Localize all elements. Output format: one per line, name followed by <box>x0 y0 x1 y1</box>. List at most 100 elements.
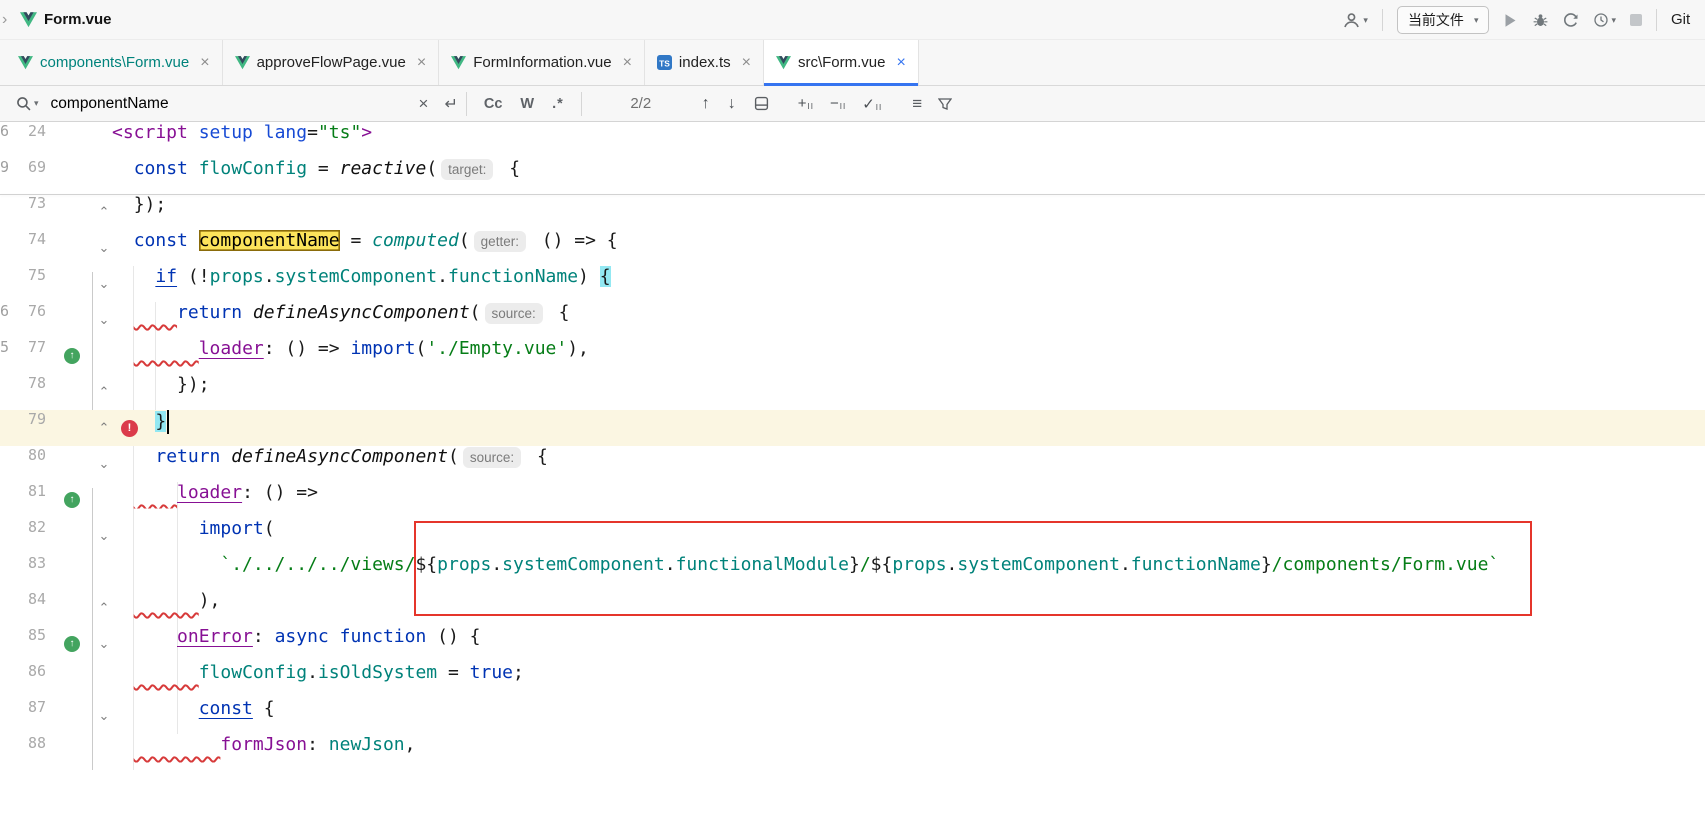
line-number[interactable]: 79 <box>0 410 46 446</box>
line-number[interactable]: 83 <box>0 554 46 590</box>
code-text[interactable]: flowConfig.isOldSystem = true; <box>112 662 524 698</box>
line-number[interactable]: 86 <box>0 662 46 698</box>
fold-down-icon[interactable]: ⌄ <box>96 698 112 734</box>
code-text[interactable]: const flowConfig = reactive(target: { <box>112 158 520 194</box>
line-number[interactable]: 73 <box>0 194 46 230</box>
git-menu[interactable]: Git <box>1671 11 1690 28</box>
filter-icon[interactable] <box>938 97 952 111</box>
code-text[interactable]: return defineAsyncComponent(source: { <box>112 302 569 338</box>
open-results-in-tool-window-icon[interactable] <box>754 96 769 111</box>
insert-newline-icon[interactable]: ↵ <box>444 94 457 114</box>
fold-down-icon[interactable]: ⌄ <box>96 302 112 338</box>
run-button[interactable] <box>1503 13 1518 28</box>
tab-index-ts[interactable]: TSindex.ts× <box>645 40 764 85</box>
run-with-coverage-button[interactable] <box>1563 12 1579 28</box>
close-tab-icon[interactable]: × <box>200 54 209 72</box>
line-number[interactable]: 77 <box>0 338 46 374</box>
code-text[interactable]: `./../../../views/${props.systemComponen… <box>112 554 1499 590</box>
vue-file-icon <box>18 56 33 70</box>
previous-match-icon[interactable]: ↑ <box>702 95 710 113</box>
profiler-button[interactable]: ▾ <box>1593 12 1616 28</box>
tab-components-form-vue[interactable]: components\Form.vue × <box>6 40 223 85</box>
tab-src-form-vue[interactable]: src\Form.vue × <box>764 40 919 85</box>
code-line: 79⌃! } <box>0 410 1705 446</box>
line-number[interactable]: 75 <box>0 266 46 302</box>
close-tab-icon[interactable]: × <box>896 54 905 72</box>
line-number[interactable]: 82 <box>0 518 46 554</box>
run-configuration-label: 当前文件 <box>1408 10 1464 30</box>
fold-down-icon[interactable]: ⌄ <box>96 626 112 662</box>
run-configuration-selector[interactable]: 当前文件 ▾ <box>1397 6 1490 34</box>
add-occurrence-icon[interactable]: +II <box>798 95 814 112</box>
line-number[interactable]: 78 <box>0 374 46 410</box>
fold-up-icon[interactable]: ⌃ <box>96 590 112 626</box>
tab-label: components\Form.vue <box>40 54 189 71</box>
next-match-icon[interactable]: ↓ <box>728 95 736 113</box>
code-text[interactable]: import( <box>112 518 275 554</box>
code-text[interactable]: }); <box>112 374 210 410</box>
close-tab-icon[interactable]: × <box>623 54 632 72</box>
code-text[interactable]: ), <box>112 590 220 626</box>
code-text[interactable]: loader: () => import('./Empty.vue'), <box>112 338 589 374</box>
clear-search-icon[interactable]: × <box>419 94 429 114</box>
fold-down-icon[interactable]: ⌄ <box>96 266 112 302</box>
code-line: 86 flowConfig.isOldSystem = true; <box>0 662 1705 698</box>
line-number[interactable]: 24 <box>0 122 46 158</box>
code-text[interactable]: loader: () => <box>112 482 318 518</box>
fold-down-icon[interactable]: ⌄ <box>96 518 112 554</box>
code-text[interactable]: }); <box>112 194 166 230</box>
code-line: 88 formJson: newJson, <box>0 734 1705 770</box>
code-text[interactable]: if (!props.systemComponent.functionName)… <box>112 266 611 302</box>
stop-button[interactable] <box>1630 14 1642 26</box>
line-number[interactable]: 80 <box>0 446 46 482</box>
fold-up-icon[interactable]: ⌃ <box>96 194 112 230</box>
close-tab-icon[interactable]: × <box>417 54 426 72</box>
whole-words-toggle[interactable]: W <box>520 96 534 112</box>
code-editor[interactable]: 624<script setup lang="ts">969 const flo… <box>0 122 1705 820</box>
code-text[interactable]: formJson: newJson, <box>112 734 415 770</box>
match-case-toggle[interactable]: Cc <box>484 96 503 112</box>
tab-approveflowpage-vue[interactable]: approveFlowPage.vue × <box>223 40 440 85</box>
line-number[interactable]: 85 <box>0 626 46 662</box>
code-text[interactable]: const { <box>112 698 275 734</box>
tab-label: src\Form.vue <box>798 54 886 71</box>
error-icon[interactable]: ! <box>121 420 138 437</box>
remove-occurrence-icon[interactable]: −II <box>830 95 846 112</box>
debug-button[interactable] <box>1532 12 1549 29</box>
fold-up-icon[interactable]: ⌃ <box>96 410 112 446</box>
code-text[interactable]: onError: async function () { <box>112 626 481 662</box>
gutter-green-arrow-icon[interactable]: ↑ <box>64 348 80 364</box>
fold-down-icon[interactable]: ⌄ <box>96 446 112 482</box>
search-history-chevron-icon[interactable]: ▾ <box>34 98 39 109</box>
code-line: 78 ⌃ }); <box>0 374 1705 410</box>
code-text[interactable]: return defineAsyncComponent(source: { <box>112 446 548 482</box>
gutter-green-arrow-icon[interactable]: ↑ <box>64 636 80 652</box>
code-text[interactable]: <script setup lang="ts"> <box>112 122 372 158</box>
line-number[interactable]: 87 <box>0 698 46 734</box>
tab-forminformation-vue[interactable]: FormInformation.vue× <box>439 40 645 85</box>
line-number[interactable]: 81 <box>0 482 46 518</box>
search-icon[interactable] <box>16 96 31 111</box>
line-number[interactable]: 76 <box>0 302 46 338</box>
search-match-highlight: componentName <box>199 230 340 251</box>
sticky-code-line: 969 const flowConfig = reactive(target: … <box>0 158 1705 194</box>
select-all-occurrences-icon[interactable]: ✓II <box>862 95 882 113</box>
fold-up-icon[interactable]: ⌃ <box>96 374 112 410</box>
chevron-down-icon: ▾ <box>1474 15 1479 26</box>
user-account-button[interactable]: ▾ <box>1342 11 1368 30</box>
search-options-icon[interactable]: ≡ <box>912 94 922 114</box>
close-tab-icon[interactable]: × <box>742 54 751 72</box>
vue-logo-icon <box>20 12 37 28</box>
line-number[interactable]: 84 <box>0 590 46 626</box>
gutter-green-arrow-icon[interactable]: ↑ <box>64 492 80 508</box>
code-line: 80 ⌄ return defineAsyncComponent(source: … <box>0 446 1705 482</box>
line-number[interactable]: 74 <box>0 230 46 266</box>
svg-text:TS: TS <box>659 58 670 68</box>
line-number[interactable]: 88 <box>0 734 46 770</box>
line-number[interactable]: 69 <box>0 158 46 194</box>
code-text[interactable]: const componentName = computed(getter: (… <box>112 230 618 266</box>
search-input[interactable]: componentName <box>51 95 419 113</box>
fold-down-icon[interactable]: ⌄ <box>96 230 112 266</box>
regex-toggle[interactable]: .* <box>552 96 564 112</box>
tab-label: approveFlowPage.vue <box>257 54 406 71</box>
